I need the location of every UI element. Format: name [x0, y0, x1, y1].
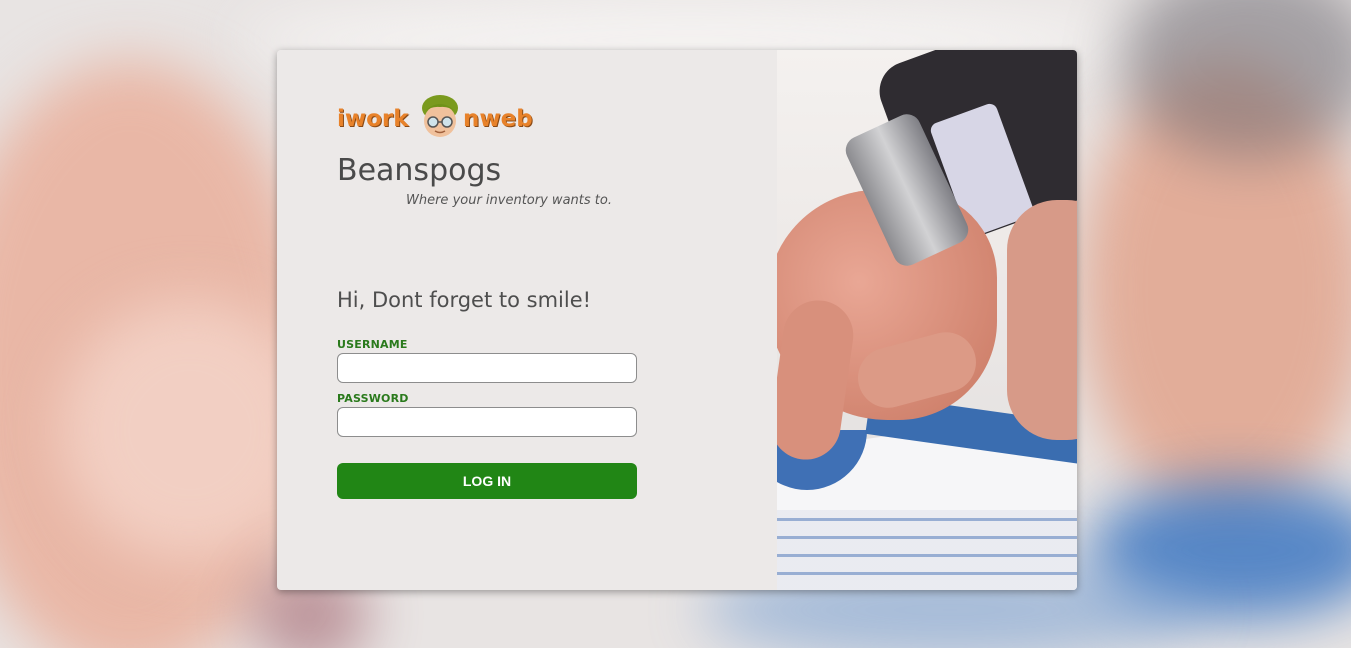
app-name: Beanspogs: [337, 153, 502, 188]
logo-face-icon: [422, 95, 458, 137]
login-button[interactable]: LOG IN: [337, 463, 637, 499]
password-input[interactable]: [337, 407, 637, 437]
brand-logo: iwork nweb: [337, 94, 557, 142]
username-input[interactable]: [337, 353, 637, 383]
login-panel: iwork nweb Beanspogs Where your inventor…: [277, 50, 777, 590]
logo-text-left: iwork: [337, 106, 409, 132]
tagline: Where your inventory wants to.: [406, 193, 612, 208]
username-label: USERNAME: [337, 338, 408, 351]
logo-text-right: nweb: [463, 106, 533, 132]
greeting: Hi, Dont forget to smile!: [337, 288, 592, 312]
hero-photo: [777, 50, 1077, 590]
password-label: PASSWORD: [337, 392, 409, 405]
login-card: iwork nweb Beanspogs Where your inventor…: [277, 50, 1077, 590]
